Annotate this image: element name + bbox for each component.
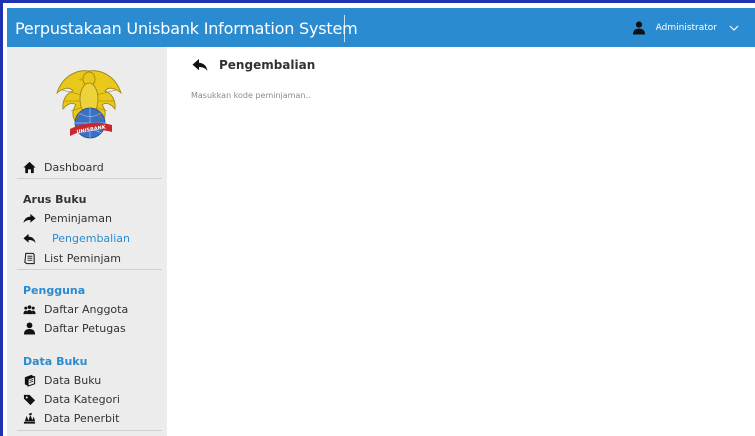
user-icon	[23, 321, 36, 335]
sidebar-divider	[17, 430, 162, 431]
section-title-arus-buku: Arus Buku	[23, 193, 87, 206]
unisbank-logo: UNISBANK	[56, 70, 122, 139]
group-icon	[23, 304, 36, 314]
chevron-down-icon	[729, 25, 739, 31]
sidebar-item-peminjaman[interactable]: Peminjaman	[23, 209, 112, 227]
sidebar-item-label: Dashboard	[44, 160, 104, 174]
window-frame-top	[0, 0, 755, 3]
loan-code-input[interactable]	[191, 87, 491, 103]
forward-arrow-icon	[23, 213, 36, 223]
sidebar-item-label: Data Buku	[44, 373, 102, 387]
sidebar-item-label: Data Kategori	[44, 392, 120, 406]
sidebar-item-label: Daftar Anggota	[44, 302, 129, 316]
sidebar-divider	[17, 178, 162, 179]
sidebar-item-data-buku[interactable]: Data Buku	[23, 371, 101, 389]
sidebar-item-daftar-petugas[interactable]: Daftar Petugas	[23, 319, 126, 337]
sidebar-item-pengembalian[interactable]: Pengembalian	[23, 229, 130, 247]
section-title-pengguna: Pengguna	[23, 284, 86, 297]
user-icon	[632, 21, 645, 35]
page-title: Pengembalian	[219, 58, 316, 72]
user-name: Administrator	[655, 23, 717, 33]
reply-arrow-icon	[23, 233, 36, 243]
sidebar-item-dashboard[interactable]: Dashboard	[23, 158, 104, 176]
sidebar-divider	[17, 269, 162, 270]
sidebar-item-daftar-anggota[interactable]: Daftar Anggota	[23, 300, 128, 318]
list-book-icon	[24, 252, 35, 264]
app-title[interactable]: Perpustakaan Unisbank Information System	[15, 19, 358, 38]
sidebar-item-data-penerbit[interactable]: Data Penerbit	[23, 409, 119, 427]
top-navbar: Perpustakaan Unisbank Information System…	[7, 8, 755, 47]
page-header: Pengembalian	[192, 56, 315, 74]
section-title-data-buku: Data Buku	[23, 355, 88, 368]
sidebar: UNISBANK Dashboard Arus Buku Peminjaman …	[7, 47, 167, 436]
sidebar-item-label: Data Penerbit	[44, 411, 120, 425]
publisher-icon	[23, 412, 36, 424]
sidebar-item-label: Daftar Petugas	[44, 321, 126, 335]
reply-arrow-icon	[192, 59, 208, 71]
navbar-divider	[344, 15, 345, 42]
book-icon	[24, 374, 36, 387]
home-icon	[23, 161, 36, 173]
window-frame-left	[0, 0, 3, 436]
sidebar-item-data-kategori[interactable]: Data Kategori	[23, 390, 120, 408]
sidebar-item-label: Pengembalian	[52, 231, 130, 245]
sidebar-item-label: List Peminjam	[44, 251, 121, 265]
sidebar-item-list-peminjam[interactable]: List Peminjam	[23, 249, 121, 267]
user-menu[interactable]: Administrator	[632, 19, 739, 37]
sidebar-item-label: Peminjaman	[44, 211, 112, 225]
tag-icon	[23, 394, 36, 405]
